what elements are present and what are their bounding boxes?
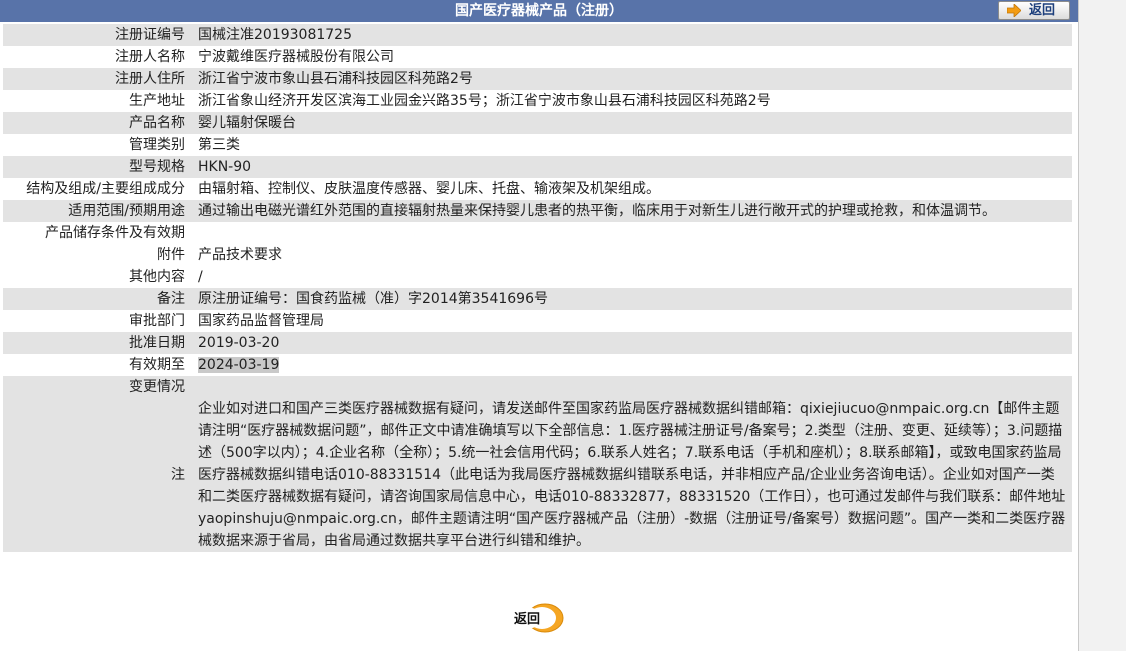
field-label: 型号规格: [3, 156, 189, 178]
field-label: 生产地址: [3, 90, 189, 112]
field-value: 婴儿辐射保暖台: [189, 112, 1072, 134]
field-label: 注册人名称: [3, 46, 189, 68]
table-row: 管理类别 第三类: [3, 134, 1072, 156]
back-button-bottom[interactable]: 返回: [508, 603, 564, 633]
table-row: 注 企业如对进口和国产三类医疗器械数据有疑问，请发送邮件至国家药监局医疗器械数据…: [3, 398, 1072, 552]
table-row: 备注 原注册证编号：国食药监械（准）字2014第3541696号: [3, 288, 1072, 310]
page-frame: 国产医疗器械产品（注册） 返回 注册证编号 国械注准20193081725 注册…: [0, 0, 1079, 651]
field-label: 批准日期: [3, 332, 189, 354]
table-row: 变更情况: [3, 376, 1072, 398]
selected-date: 2024-03-19: [198, 357, 280, 373]
note-text: 企业如对进口和国产三类医疗器械数据有疑问，请发送邮件至国家药监局医疗器械数据纠错…: [189, 398, 1072, 552]
back-button-top-label: 返回: [1029, 3, 1056, 18]
field-value: /: [189, 266, 1072, 288]
field-label: 有效期至: [3, 354, 189, 376]
field-label: 注册人住所: [3, 68, 189, 90]
field-label: 管理类别: [3, 134, 189, 156]
table-row: 产品名称 婴儿辐射保暖台: [3, 112, 1072, 134]
field-value: 浙江省宁波市象山县石浦科技园区科苑路2号: [189, 68, 1072, 90]
arrow-right-icon: [1007, 4, 1021, 17]
back-button-graphic: 返回: [510, 603, 564, 633]
table-row: 注册人名称 宁波戴维医疗器械股份有限公司: [3, 46, 1072, 68]
title-bar: 国产医疗器械产品（注册） 返回: [0, 0, 1078, 22]
field-label: 变更情况: [3, 376, 189, 398]
table-row: 结构及组成/主要组成成分 由辐射箱、控制仪、皮肤温度传感器、婴儿床、托盘、输液架…: [3, 178, 1072, 200]
field-value: 浙江省象山经济开发区滨海工业园金兴路35号；浙江省宁波市象山县石浦科技园区科苑路…: [189, 90, 1072, 112]
table-row: 适用范围/预期用途 通过输出电磁光谱红外范围的直接辐射热量来保持婴儿患者的热平衡…: [3, 200, 1072, 222]
table-row: 型号规格 HKN-90: [3, 156, 1072, 178]
field-label: 产品名称: [3, 112, 189, 134]
table-row: 注册证编号 国械注准20193081725: [3, 24, 1072, 46]
table-row: 生产地址 浙江省象山经济开发区滨海工业园金兴路35号；浙江省宁波市象山县石浦科技…: [3, 90, 1072, 112]
field-label: 审批部门: [3, 310, 189, 332]
field-label: 附件: [3, 244, 189, 266]
field-label: 备注: [3, 288, 189, 310]
field-label: 适用范围/预期用途: [3, 200, 189, 222]
field-label: 其他内容: [3, 266, 189, 288]
table-row: 附件 产品技术要求: [3, 244, 1072, 266]
field-value: [189, 222, 1072, 244]
field-value: [189, 376, 1072, 398]
field-value: 第三类: [189, 134, 1072, 156]
field-value: 产品技术要求: [189, 244, 1072, 266]
back-button-top[interactable]: 返回: [998, 1, 1070, 20]
table-row: 有效期至 2024-03-19: [3, 354, 1072, 376]
field-value: 由辐射箱、控制仪、皮肤温度传感器、婴儿床、托盘、输液架及机架组成。: [189, 178, 1072, 200]
field-value: 宁波戴维医疗器械股份有限公司: [189, 46, 1072, 68]
table-row: 批准日期 2019-03-20: [3, 332, 1072, 354]
field-value: 国械注准20193081725: [189, 24, 1072, 46]
detail-table: 注册证编号 国械注准20193081725 注册人名称 宁波戴维医疗器械股份有限…: [3, 24, 1072, 552]
table-row: 注册人住所 浙江省宁波市象山县石浦科技园区科苑路2号: [3, 68, 1072, 90]
field-label: 注: [3, 398, 189, 552]
field-value: 通过输出电磁光谱红外范围的直接辐射热量来保持婴儿患者的热平衡，临床用于对新生儿进…: [189, 200, 1072, 222]
table-row: 产品储存条件及有效期: [3, 222, 1072, 244]
table-row: 审批部门 国家药品监督管理局: [3, 310, 1072, 332]
back-button-bottom-label: 返回: [514, 612, 540, 627]
field-value: 2019-03-20: [189, 332, 1072, 354]
field-label: 结构及组成/主要组成成分: [3, 178, 189, 200]
table-row: 其他内容 /: [3, 266, 1072, 288]
field-value: 原注册证编号：国食药监械（准）字2014第3541696号: [189, 288, 1072, 310]
right-scroll-gutter: [1079, 0, 1126, 651]
field-value: 2024-03-19: [189, 354, 1072, 376]
field-label: 注册证编号: [3, 24, 189, 46]
field-label: 产品储存条件及有效期: [3, 222, 189, 244]
field-value: 国家药品监督管理局: [189, 310, 1072, 332]
page-title: 国产医疗器械产品（注册）: [455, 3, 623, 19]
field-value: HKN-90: [189, 156, 1072, 178]
